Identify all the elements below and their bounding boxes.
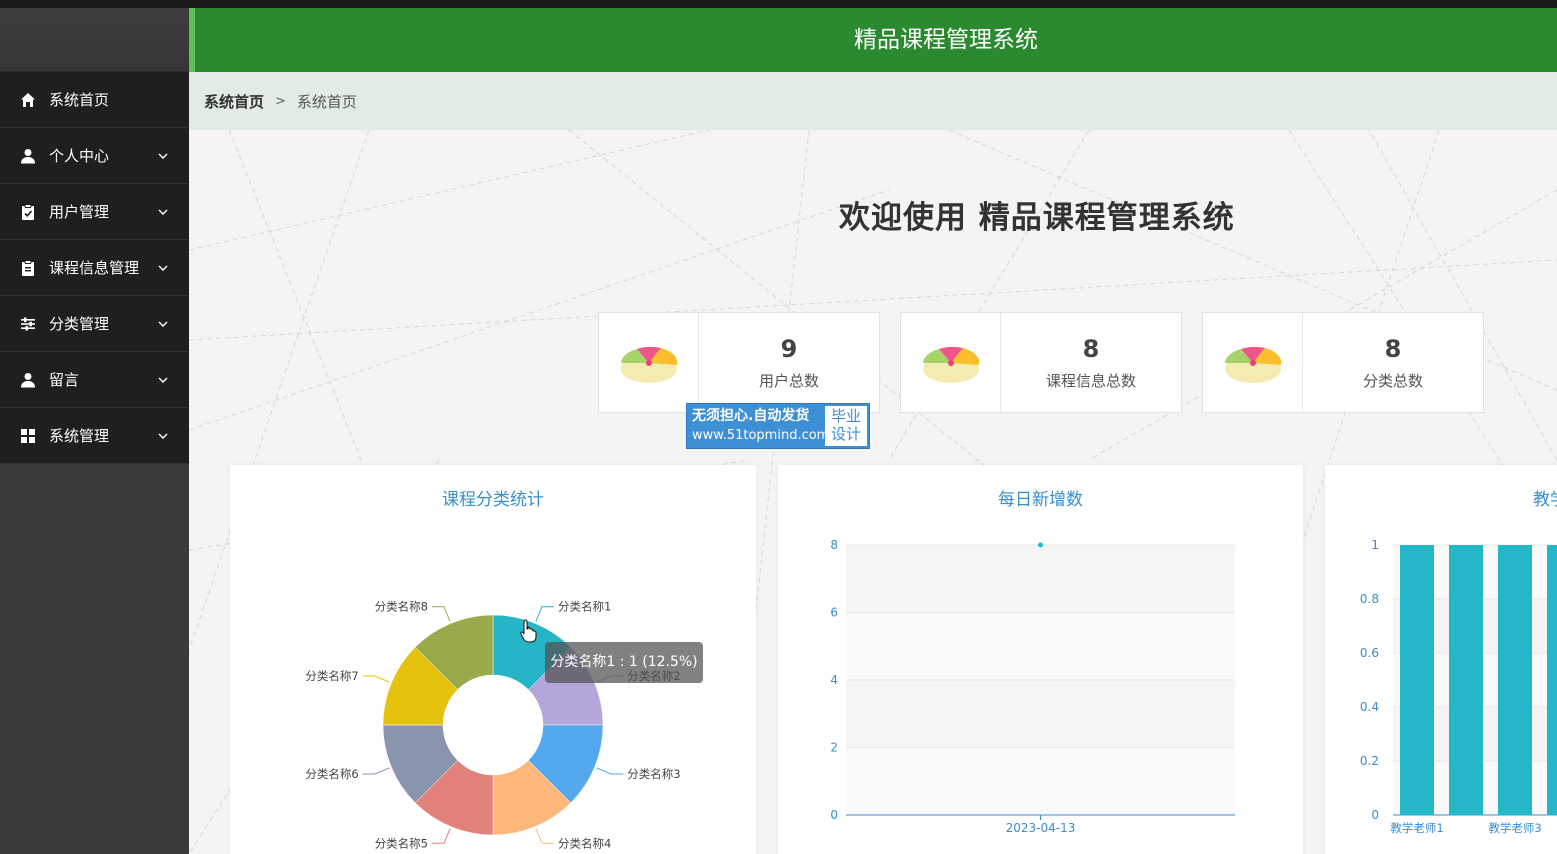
slice-label-line — [596, 767, 624, 775]
y-tick-label: 8 — [830, 538, 838, 552]
sidebar-item-label: 留言 — [49, 371, 80, 389]
sidebar-item-label: 系统管理 — [49, 427, 110, 445]
sidebar-item-label: 课程信息管理 — [49, 259, 140, 277]
slice-label-line — [362, 767, 390, 775]
pie-chart-icon — [901, 313, 1001, 412]
bar — [1547, 545, 1557, 815]
slice-label: 分类名称5 — [375, 836, 428, 850]
mouse-cursor-icon — [520, 619, 537, 643]
user-icon — [20, 372, 36, 388]
grid-band — [846, 747, 1235, 815]
y-tick-label: 0.2 — [1360, 754, 1379, 768]
y-tick-label: 0 — [1371, 808, 1379, 822]
watermark-right-line2: 设计 — [830, 425, 861, 443]
breadcrumb-separator: > — [275, 93, 286, 109]
chevron-down-icon — [157, 372, 169, 384]
stat-card-users: 9 用户总数 — [598, 312, 880, 413]
pie-chart-icon — [1203, 313, 1303, 412]
sidebar-item-1[interactable]: 个人中心 — [0, 128, 189, 184]
grid-band — [846, 612, 1235, 680]
stat-value-courses: 8 — [1082, 335, 1100, 363]
bar — [1449, 545, 1483, 815]
slice-label-line — [432, 828, 451, 844]
stat-card-courses: 8 课程信息总数 — [900, 312, 1182, 413]
x-tick-label: 2023-04-13 — [1006, 821, 1076, 835]
y-tick-label: 2 — [830, 741, 838, 755]
home-icon — [20, 92, 36, 108]
sidebar-item-4[interactable]: 分类管理 — [0, 296, 189, 352]
grid-icon — [20, 428, 36, 444]
clipboard-icon — [20, 259, 36, 276]
grid-band — [846, 545, 1235, 613]
slice-label: 分类名称8 — [375, 600, 428, 614]
slice-label-line — [432, 606, 451, 622]
sidebar-menu: 系统首页个人中心用户管理课程信息管理 分类管理留言系统管理 — [0, 72, 189, 464]
watermark-url-text: www.51topmind.com — [692, 428, 830, 443]
sidebar-logo-area — [0, 8, 189, 72]
sidebar-item-label: 用户管理 — [49, 203, 110, 221]
stat-label-users: 用户总数 — [758, 372, 819, 390]
stat-value-categories: 8 — [1384, 335, 1402, 363]
bar — [1498, 545, 1532, 815]
sidebar: 系统首页个人中心用户管理课程信息管理 分类管理留言系统管理 — [0, 8, 189, 854]
grid-band — [846, 680, 1235, 748]
sidebar-item-2[interactable]: 用户管理 — [0, 184, 189, 240]
sidebar-item-label: 系统首页 — [49, 91, 110, 109]
daily-new-chart: 0 2 4 6 8 2023-04-13 — [830, 538, 1235, 835]
stat-label-categories: 分类总数 — [1362, 372, 1423, 390]
teacher-bar-chart: 0 0.2 0.4 0.6 0.8 1 教学老师1 教学老师3 — [1360, 538, 1557, 835]
watermark-badge: 无须担心.自动发货 www.51topmind.com 毕业 设计 — [686, 403, 870, 449]
chevron-down-icon — [157, 148, 169, 160]
breadcrumb-home-link[interactable]: 系统首页 — [204, 91, 264, 112]
y-tick-label: 1 — [1371, 538, 1379, 552]
slice-label-line — [535, 606, 554, 622]
stat-label-courses: 课程信息总数 — [1045, 372, 1136, 390]
sidebar-item-3[interactable]: 课程信息管理 — [0, 240, 189, 296]
stat-card-categories: 8 分类总数 — [1202, 312, 1484, 413]
y-tick-label: 0.4 — [1360, 700, 1379, 714]
slice-label: 分类名称6 — [305, 767, 358, 781]
breadcrumb-current: 系统首页 — [296, 92, 357, 111]
breadcrumb: 系统首页 > 系统首页 — [189, 72, 1557, 130]
x-tick-label: 教学老师1 — [1390, 821, 1443, 835]
slice-label: 分类名称3 — [627, 767, 680, 781]
clipboard-check-icon — [20, 203, 36, 220]
slice-label-line — [535, 828, 554, 844]
chevron-down-icon — [157, 204, 169, 216]
sidebar-item-label: 个人中心 — [49, 147, 110, 165]
chevron-down-icon — [157, 260, 169, 272]
y-tick-label: 0 — [830, 808, 838, 822]
y-tick-label: 4 — [830, 673, 838, 687]
main-content: 欢迎使用 精品课程管理系统 9 用户总数 8 课程信息总数 8 分类总数 无须担… — [189, 130, 1557, 854]
window-top-strip — [0, 0, 1557, 8]
app-header: 精品课程管理系统 — [189, 8, 1557, 72]
y-tick-label: 0.8 — [1360, 592, 1379, 606]
x-tick-label: 教学老师3 — [1488, 821, 1541, 835]
y-tick-label: 0.6 — [1360, 646, 1379, 660]
slice-label: 分类名称7 — [305, 669, 358, 683]
chevron-down-icon — [157, 316, 169, 328]
sidebar-item-6[interactable]: 系统管理 — [0, 408, 189, 464]
sliders-icon — [20, 316, 36, 332]
welcome-heading: 欢迎使用 精品课程管理系统 — [839, 200, 1235, 236]
slice-label: 分类名称4 — [558, 836, 611, 850]
bar — [1400, 545, 1434, 815]
watermark-right-line1: 毕业 — [830, 407, 861, 425]
stat-value-users: 9 — [780, 335, 798, 363]
chart-card-teachers: 教学 00.20.40.60.81教学老师1教学老师3 — [1325, 465, 1557, 854]
sidebar-item-5[interactable]: 留言 — [0, 352, 189, 408]
slice-label-line — [362, 675, 390, 683]
chevron-down-icon — [157, 428, 169, 440]
user-icon — [20, 148, 36, 164]
data-point — [1038, 542, 1043, 548]
app-title: 精品课程管理系统 — [854, 27, 1038, 53]
slice-label: 分类名称1 — [558, 600, 611, 614]
y-tick-label: 6 — [830, 606, 838, 620]
pie-chart-icon — [599, 313, 699, 412]
sidebar-item-label: 分类管理 — [49, 315, 110, 333]
watermark-top-text: 无须担心.自动发货 — [692, 408, 810, 424]
sidebar-item-0[interactable]: 系统首页 — [0, 72, 189, 128]
chart-tooltip: 分类名称1 : 1 (12.5%) — [545, 642, 703, 683]
chart-card-daily-new: 每日新增数 0 2 4 6 8 2023-04-13 — [778, 465, 1303, 854]
